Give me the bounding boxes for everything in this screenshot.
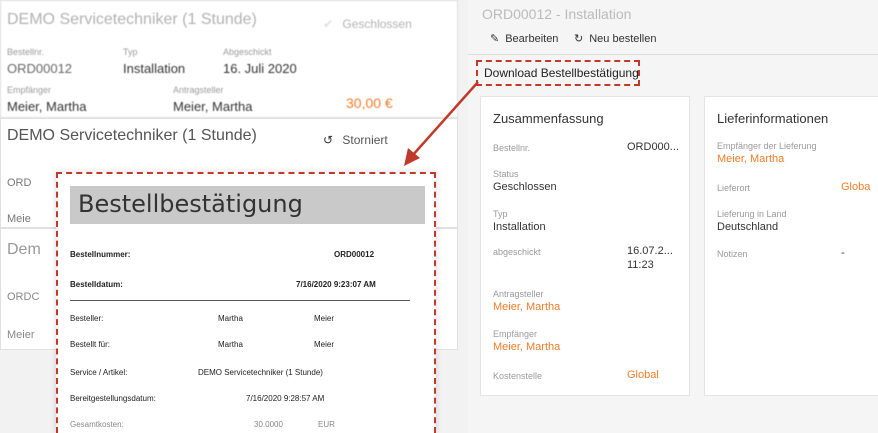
delivery-panel: Lieferinformationen Empfänger der Liefer… <box>704 96 878 396</box>
order-card-title: DEMO Servicetechniker (1 Stunde) <box>7 11 257 28</box>
order-card-closed[interactable]: DEMO Servicetechniker (1 Stunde) ✔ Gesch… <box>0 0 458 118</box>
order-no-value: ORD000... <box>627 141 679 153</box>
type-label: Typ <box>123 47 138 57</box>
doc-ordered-for-first: Martha <box>218 340 243 349</box>
doc-order-no-label: Bestellnummer: <box>70 250 131 259</box>
sent-value: 16. Juli 2020 <box>223 61 297 76</box>
recipient-label: Empfänger <box>493 329 538 339</box>
order-no-fragment: ORD <box>7 177 32 189</box>
doc-heading: Bestellbestätigung <box>78 190 303 218</box>
doc-ordered-for-last: Meier <box>314 340 335 349</box>
reorder-label: Neu bestellen <box>589 32 657 45</box>
status-label: Geschlossen <box>342 17 412 31</box>
order-no-label: Bestellnr. <box>7 47 45 57</box>
doc-orderer-first: Martha <box>218 314 243 323</box>
doc-total-currency: EUR <box>318 420 335 429</box>
doc-service-value: DEMO Servicetechniker (1 Stunde) <box>198 368 323 377</box>
requester-value: Meier, Martha <box>173 99 253 114</box>
delivery-country-label: Lieferung in Land <box>717 209 787 219</box>
delivery-recipient-link[interactable]: Meier, Martha <box>717 153 784 165</box>
sent-label: abgeschickt <box>493 247 541 257</box>
edit-label: Bearbeiten <box>505 32 559 45</box>
recipient-label: Empfänger <box>7 85 52 95</box>
doc-ordered-for-label: Bestellt für: <box>70 340 111 349</box>
order-detail: ORD00012 - Installation ✎ Bearbeiten ↻ N… <box>468 0 878 433</box>
doc-total-label: Gesamtkosten: <box>70 420 124 429</box>
delivery-location-label: Lieferort <box>717 183 751 193</box>
cost-center-link[interactable]: Global <box>627 369 659 381</box>
download-confirmation-link[interactable]: Download Bestellbestätigung <box>484 66 639 80</box>
type-value: Installation <box>493 221 546 233</box>
doc-heading-bar: Bestellbestätigung <box>70 186 425 224</box>
doc-divider <box>70 300 410 301</box>
doc-service-label: Service / Artikel: <box>70 368 128 377</box>
price-value: 30,00 € <box>346 95 393 111</box>
edit-button[interactable]: ✎ Bearbeiten <box>490 32 559 46</box>
requester-label: Antragsteller <box>173 85 224 95</box>
reorder-button[interactable]: ↻ Neu bestellen <box>574 32 657 46</box>
doc-provision-label: Bereitgestellungsdatum: <box>70 394 156 403</box>
doc-provision-value: 7/16/2020 9:28:57 AM <box>246 394 325 403</box>
doc-orderer-label: Besteller: <box>70 314 104 323</box>
check-icon: ✔ <box>323 17 334 31</box>
status-closed: ✔ Geschlossen <box>323 17 412 31</box>
type-value: Installation <box>123 61 186 76</box>
status-label: Status <box>493 169 519 179</box>
type-label: Typ <box>493 209 508 219</box>
refresh-icon: ↻ <box>574 33 584 45</box>
sent-date-value: 16.07.2... <box>627 245 673 257</box>
order-title: ORD00012 - Installation <box>482 6 632 22</box>
summary-title: Zusammenfassung <box>493 111 604 126</box>
sent-label: Abgeschickt <box>223 47 272 57</box>
delivery-country-value: Deutschland <box>717 221 779 233</box>
order-confirmation-document: Bestellbestätigung Bestellnummer: ORD000… <box>56 172 436 433</box>
doc-order-date-value: 7/16/2020 9:23:07 AM <box>296 280 376 289</box>
doc-order-date-label: Bestelldatum: <box>70 280 123 289</box>
undo-icon: ↺ <box>323 133 334 147</box>
recipient-value: Meier, Martha <box>7 99 87 114</box>
recipient-fragment: Meie <box>7 213 31 225</box>
order-card-title: Dem <box>7 241 41 258</box>
recipient-link[interactable]: Meier, Martha <box>493 341 560 353</box>
order-no-value: ORD00012 <box>7 61 73 76</box>
notes-label: Notizen <box>717 249 748 259</box>
notes-value: - <box>841 247 845 259</box>
toolbar-divider <box>468 54 878 55</box>
order-no-fragment: ORDC <box>7 291 40 303</box>
status-label: Storniert <box>342 133 388 147</box>
doc-orderer-last: Meier <box>314 314 335 323</box>
status-value: Geschlossen <box>493 181 557 193</box>
sent-time-value: 11:23 <box>627 259 654 271</box>
recipient-fragment: Meier <box>7 329 35 341</box>
delivery-recipient-label: Empfänger der Lieferung <box>717 141 817 151</box>
delivery-title: Lieferinformationen <box>717 111 829 126</box>
status-cancelled: ↺ Storniert <box>323 133 388 147</box>
cost-center-label: Kostenstelle <box>493 371 543 381</box>
delivery-location-link[interactable]: Globa <box>841 181 870 193</box>
summary-panel: Zusammenfassung Bestellnr. ORD000... Sta… <box>480 96 690 396</box>
order-card-title: DEMO Servicetechniker (1 Stunde) <box>7 127 257 144</box>
doc-order-no-value: ORD00012 <box>334 250 375 259</box>
doc-total-value: 30.0000 <box>254 420 283 429</box>
requester-label: Antragsteller <box>493 289 544 299</box>
pencil-icon: ✎ <box>490 33 500 45</box>
order-no-label: Bestellnr. <box>493 143 531 153</box>
requester-link[interactable]: Meier, Martha <box>493 301 560 313</box>
